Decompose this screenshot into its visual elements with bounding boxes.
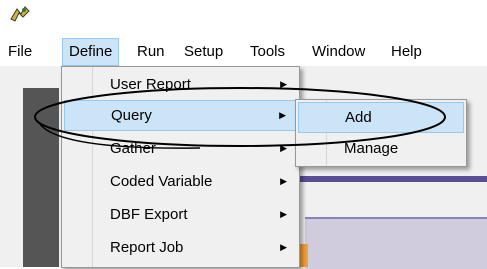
submenu-arrow-icon: ▶ bbox=[280, 143, 287, 153]
menu-item-user-report[interactable]: User Report ▶ bbox=[64, 69, 297, 100]
title-bar bbox=[0, 0, 487, 34]
submenu-arrow-icon: ▶ bbox=[280, 209, 287, 219]
side-panel bbox=[23, 88, 59, 267]
menu-item-label: Report Job bbox=[110, 239, 184, 256]
menu-item-query[interactable]: Query ▶ bbox=[64, 100, 297, 131]
submenu-arrow-icon: ▶ bbox=[280, 79, 287, 89]
menu-item-manage[interactable]: Manage bbox=[298, 133, 464, 164]
background-window bbox=[305, 217, 487, 269]
menu-item-label: User Report bbox=[110, 76, 191, 93]
window-header-strip bbox=[296, 176, 487, 182]
menu-item-gather[interactable]: Gather ▶ bbox=[64, 133, 297, 164]
menu-define[interactable]: Define bbox=[62, 38, 120, 66]
menu-setup[interactable]: Setup bbox=[178, 38, 229, 66]
menu-item-coded-variable[interactable]: Coded Variable ▶ bbox=[64, 166, 297, 197]
query-submenu: Add Manage bbox=[295, 99, 467, 167]
menu-item-label: Add bbox=[345, 109, 372, 126]
menu-item-dbf-export[interactable]: DBF Export ▶ bbox=[64, 199, 297, 230]
menu-bar: File Define Run Setup Tools Window Help bbox=[0, 38, 487, 66]
submenu-arrow-icon: ▶ bbox=[279, 110, 286, 120]
menu-run[interactable]: Run bbox=[131, 38, 171, 66]
app-icon bbox=[10, 6, 30, 22]
submenu-arrow-icon: ▶ bbox=[280, 242, 287, 252]
menu-window[interactable]: Window bbox=[306, 38, 371, 66]
menu-item-label: Manage bbox=[344, 140, 399, 157]
menu-item-label: Coded Variable bbox=[110, 173, 213, 190]
submenu-arrow-icon: ▶ bbox=[280, 176, 287, 186]
define-dropdown-menu: User Report ▶ Query ▶ Gather ▶ Coded Var… bbox=[61, 66, 300, 268]
menu-item-label: DBF Export bbox=[110, 206, 188, 223]
menu-file[interactable]: File bbox=[2, 38, 38, 66]
menu-item-label: Gather bbox=[110, 140, 156, 157]
menu-tools[interactable]: Tools bbox=[244, 38, 291, 66]
menu-item-report-job[interactable]: Report Job ▶ bbox=[64, 232, 297, 263]
menu-item-add[interactable]: Add bbox=[298, 102, 464, 133]
menu-item-label: Query bbox=[111, 107, 152, 124]
menu-help[interactable]: Help bbox=[385, 38, 428, 66]
